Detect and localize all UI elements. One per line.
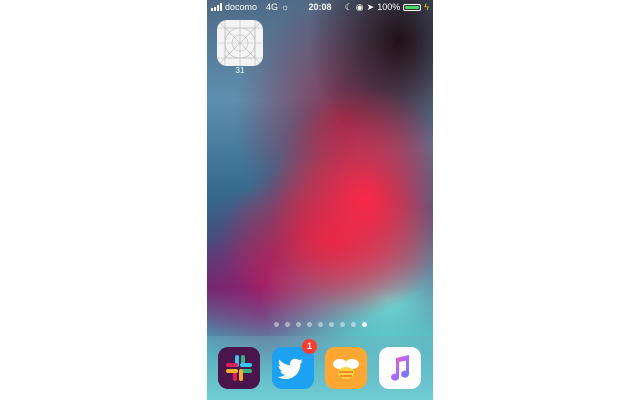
page-dot[interactable] [317,322,323,327]
placeholder-app-icon [217,20,263,66]
page-dot[interactable] [361,322,367,327]
home-screen: docomo 4G ☼ 20:08 ☾ ◉ ➤ 100% ϟ 31 [207,0,433,400]
app-label: 31 [235,66,245,75]
page-dot[interactable] [350,322,356,327]
notification-badge: 1 [302,339,317,354]
page-indicator[interactable] [207,322,433,327]
status-right: ☾ ◉ ➤ 100% ϟ [345,0,429,14]
location-icon: ➤ [366,2,375,12]
moon-icon: ☾ [344,2,353,12]
page-dot[interactable] [328,322,334,327]
battery-fill [405,5,420,9]
slack-icon[interactable] [218,347,260,389]
battery-icon [403,3,422,11]
page-dot[interactable] [295,322,301,327]
charging-icon: ϟ [424,2,429,12]
battery-percent: 100% [377,2,401,12]
dock [207,336,433,400]
page-dot[interactable] [284,322,290,327]
page-dot[interactable] [339,322,345,327]
app-31[interactable]: 31 [207,0,273,80]
swarm-icon[interactable] [325,347,367,389]
page-dot[interactable] [273,322,279,327]
rotation-lock-icon: ◉ [355,2,364,12]
page-dot[interactable] [306,322,312,327]
music-icon[interactable] [379,347,421,389]
